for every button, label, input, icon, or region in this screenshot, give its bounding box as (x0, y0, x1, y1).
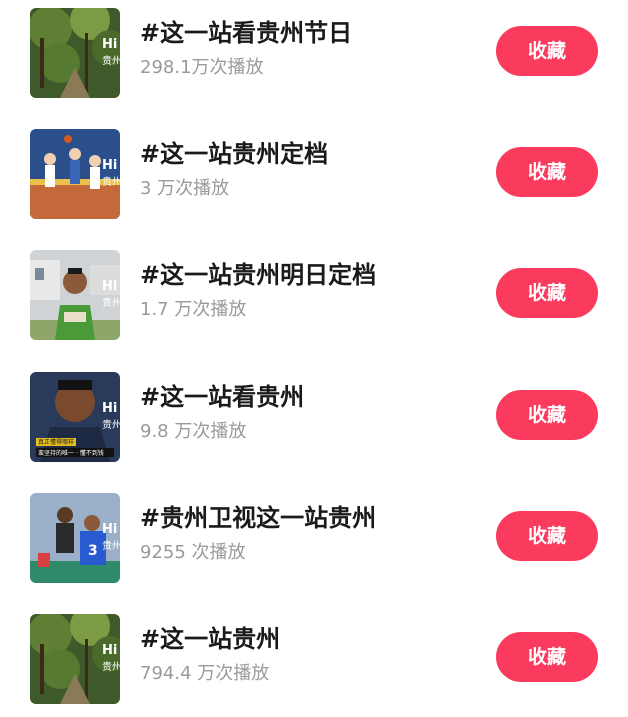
hi-badge: Hi (102, 158, 117, 173)
thumbnail-forest[interactable]: Hi 贵州 (30, 614, 120, 704)
hi-badge: Hi (102, 643, 117, 658)
hi-badge: Hi (102, 522, 117, 537)
favorite-button[interactable]: 收藏 (496, 632, 598, 682)
thumbnail-basketball-court[interactable]: Hi 贵州 (30, 129, 120, 219)
list-item[interactable]: 真正懂得哪样 蛮坚持的唯一 · 懂不到钱 Hi 贵州 #这一站看贵州 9.8 万… (0, 372, 628, 462)
hi-badge-sub: 贵州 (102, 418, 120, 431)
list-item[interactable]: 3 Hi 贵州 #贵州卫视这一站贵州 9255 次播放 收藏 (0, 493, 628, 583)
favorite-button[interactable]: 收藏 (496, 147, 598, 197)
list-item[interactable]: Hi 贵州 #这一站看贵州节日 298.1万次播放 收藏 (0, 8, 628, 98)
topic-list: Hi 贵州 #这一站看贵州节日 298.1万次播放 收藏 Hi 贵州 #这一站贵… (0, 0, 628, 717)
favorite-button[interactable]: 收藏 (496, 390, 598, 440)
list-item[interactable]: Hi 贵州 #这一站贵州定档 3 万次播放 收藏 (0, 129, 628, 219)
hi-badge-sub: 贵州 (102, 539, 120, 552)
thumbnail-forest[interactable]: Hi 贵州 (30, 8, 120, 98)
hi-badge-sub: 贵州 (102, 54, 120, 67)
hi-badge: Hi (102, 401, 117, 416)
play-count: 794.4 万次播放 (140, 663, 270, 684)
topic-title[interactable]: #这一站贵州 (140, 624, 280, 654)
topic-title[interactable]: #贵州卫视这一站贵州 (140, 503, 376, 533)
topic-title[interactable]: #这一站贵州定档 (140, 139, 328, 169)
hi-badge: Hi (102, 279, 117, 294)
video-caption-top: 真正懂得哪样 (38, 438, 74, 446)
thumbnail-basketball-players[interactable]: 3 Hi 贵州 (30, 493, 120, 583)
video-caption-bottom: 蛮坚持的唯一 · 懂不到钱 (38, 449, 104, 457)
topic-title[interactable]: #这一站看贵州 (140, 382, 304, 412)
thumbnail-man-closeup[interactable]: 真正懂得哪样 蛮坚持的唯一 · 懂不到钱 Hi 贵州 (30, 372, 120, 462)
hi-badge-sub: 贵州 (102, 175, 120, 188)
hi-badge-sub: 贵州 (102, 660, 120, 673)
thumbnail-man-outdoor[interactable]: Hi 贵州 (30, 250, 120, 340)
list-item[interactable]: Hi 贵州 #这一站贵州明日定档 1.7 万次播放 收藏 (0, 250, 628, 340)
play-count: 298.1万次播放 (140, 57, 264, 78)
jersey-number-icon: 3 (88, 543, 98, 559)
list-item[interactable]: Hi 贵州 #这一站贵州 794.4 万次播放 收藏 (0, 614, 628, 704)
favorite-button[interactable]: 收藏 (496, 511, 598, 561)
topic-title[interactable]: #这一站贵州明日定档 (140, 260, 376, 290)
hi-badge: Hi (102, 37, 117, 52)
play-count: 1.7 万次播放 (140, 299, 247, 320)
favorite-button[interactable]: 收藏 (496, 268, 598, 318)
play-count: 9.8 万次播放 (140, 421, 247, 442)
play-count: 9255 次播放 (140, 542, 246, 563)
play-count: 3 万次播放 (140, 178, 230, 199)
favorite-button[interactable]: 收藏 (496, 26, 598, 76)
topic-title[interactable]: #这一站看贵州节日 (140, 18, 352, 48)
hi-badge-sub: 贵州 (102, 296, 120, 309)
